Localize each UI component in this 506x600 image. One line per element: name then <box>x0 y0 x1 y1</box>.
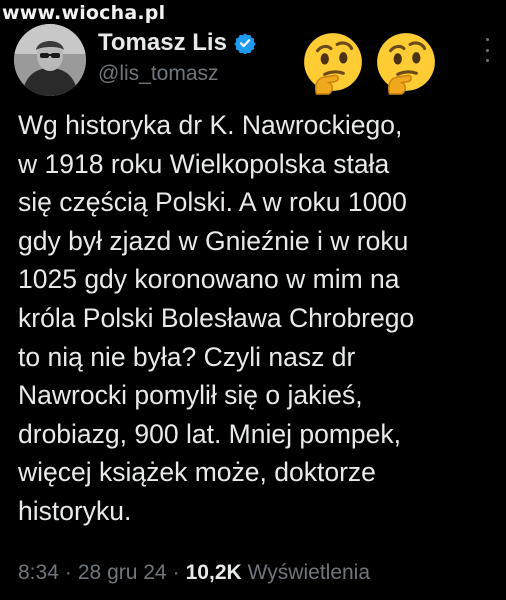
tweet-text-line: 1025 gdy koronowano w mim na <box>18 264 400 295</box>
thinking-face-emoji-icon <box>377 33 435 95</box>
tweet-text-line: to nią nie była? Czyli nasz dr <box>18 341 356 372</box>
tweet-text-line: Wg historyka dr K. Nawrockiego, <box>18 110 403 140</box>
verified-badge-icon <box>234 33 256 54</box>
more-vertical-icon[interactable] <box>484 38 490 62</box>
meta-separator: · <box>172 561 180 584</box>
views-count[interactable]: 10,2K <box>186 561 242 585</box>
tweet-text-line: więcej książek może, doktorze <box>18 457 376 488</box>
tweet-text-line: króla Polski Bolesława Chrobrego <box>18 302 415 333</box>
tweet-text-line: Nawrocki pomylił się o jakieś, <box>18 380 363 411</box>
avatar[interactable] <box>14 24 86 96</box>
tweet-text-line: gdy był zjazd w Gnieźnie i w roku <box>18 225 409 256</box>
avatar-image <box>14 24 86 96</box>
tweet-text-line: się częścią Polski. A w roku 1000 <box>18 187 407 218</box>
tweet-time[interactable]: 8:34 <box>18 561 59 585</box>
watermark: www.wiocha.pl <box>2 2 166 24</box>
thinking-face-emoji-icon <box>304 33 362 95</box>
meta-separator: · <box>64 561 72 584</box>
tweet-text-line: w 1918 roku Wielkopolska stała <box>18 148 390 179</box>
views-label[interactable]: Wyświetlenia <box>248 561 370 585</box>
author-handle[interactable]: @lis_tomasz <box>98 62 219 86</box>
tweet-text-line: drobiazg, 900 lat. Mniej pompek, <box>18 418 401 449</box>
author-name[interactable]: Tomasz Lis <box>98 29 227 57</box>
tweet-date[interactable]: 28 gru 24 <box>78 561 167 585</box>
author-name-row[interactable]: Tomasz Lis <box>98 27 256 59</box>
tweet-text-line: historyku. <box>18 495 132 526</box>
tweet-text: Wg historyka dr K. Nawrockiego, w 1918 r… <box>18 106 502 531</box>
tweet-meta: 8:34 · 28 gru 24 · 10,2K Wyświetlenia <box>18 556 370 590</box>
